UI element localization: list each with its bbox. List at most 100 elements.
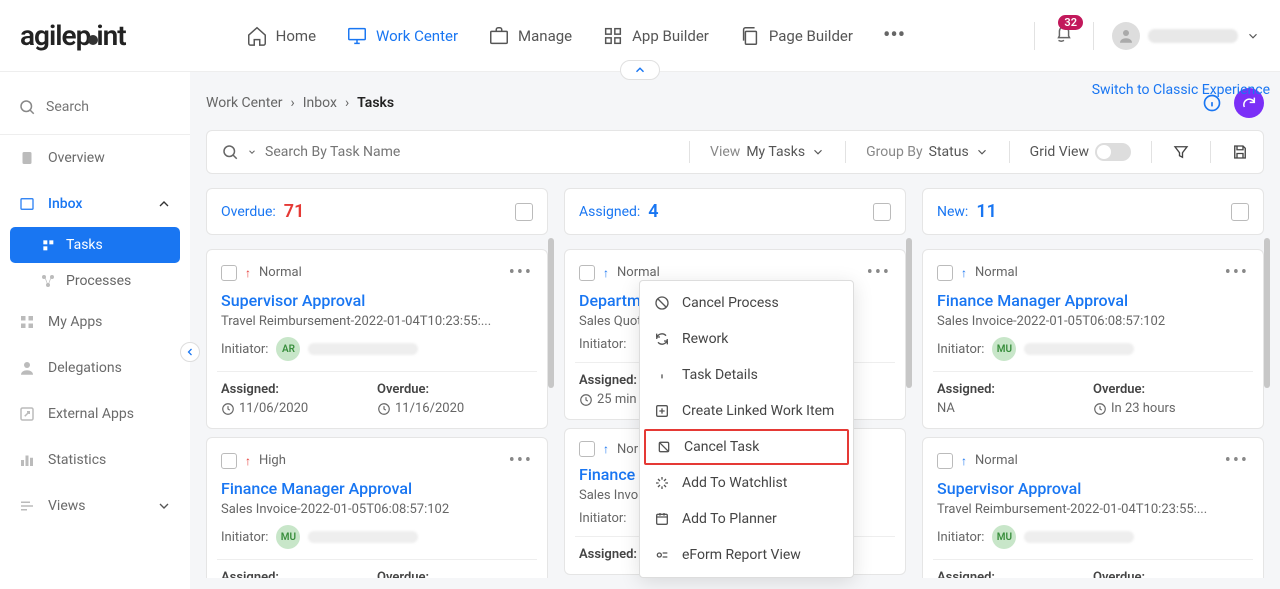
sidebar-label: Overview [48,150,105,166]
menu-rework[interactable]: Rework [640,321,853,357]
grid-view-toggle[interactable]: Grid View [1030,143,1131,161]
menu-cancel-task[interactable]: Cancel Task [644,429,849,465]
nav-manage[interactable]: Manage [488,23,572,48]
info-icon [654,367,670,383]
column-header[interactable]: Overdue: 71 [206,188,548,235]
switch-classic-link[interactable]: Switch to Classic Experience [1092,82,1270,98]
filter-icon[interactable] [1172,143,1190,161]
card-checkbox[interactable] [937,453,953,469]
overdue-label: Overdue: [1093,382,1249,397]
cancel-icon [654,295,670,311]
select-all-checkbox[interactable] [873,203,891,221]
brand-logo: agilepint [20,19,126,52]
nav-page-builder[interactable]: Page Builder [739,23,853,48]
card-checkbox[interactable] [937,265,953,281]
card-checkbox[interactable] [579,265,595,281]
task-card[interactable]: ↑ Normal ••• Supervisor Approval Travel … [206,249,548,429]
crumb[interactable]: Work Center [206,95,283,111]
sidebar-search[interactable] [0,92,190,135]
nav-app-builder-label: App Builder [632,27,709,45]
avatar-chip: MU [992,337,1016,361]
initiator-label: Initiator: [221,342,268,357]
sidebar-item-external[interactable]: External Apps [0,391,190,437]
card-checkbox[interactable] [221,265,237,281]
select-all-checkbox[interactable] [1231,203,1249,221]
sidebar-item-myapps[interactable]: My Apps [0,299,190,345]
menu-watchlist[interactable]: Add To Watchlist [640,465,853,501]
assigned-value: 11/06/2020 [239,401,308,416]
overdue-value: 11/16/2020 [395,401,464,416]
assigned-label: Assigned: [221,382,377,397]
menu-planner[interactable]: Add To Planner [640,501,853,537]
card-subtitle: Travel Reimbursement-2022-01-04T10:23:55… [937,502,1249,517]
card-more-button[interactable]: ••• [1225,262,1249,283]
sidebar-label: Delegations [48,360,122,376]
priority-label: Normal [617,265,660,280]
sidebar-label: Statistics [48,452,106,468]
search-icon [221,143,239,161]
card-checkbox[interactable] [579,441,595,457]
priority-label: Normal [975,265,1018,280]
sidebar-label: External Apps [48,406,134,422]
external-icon [18,405,36,423]
card-more-button[interactable]: ••• [509,262,533,283]
card-title[interactable]: Finance Manager Approval [937,291,1249,310]
card-title[interactable]: Finance Manager Approval [221,479,533,498]
nav-more[interactable]: ••• [883,23,905,48]
toolbar-search[interactable] [221,143,669,161]
task-card[interactable]: ↑ Normal ••• Finance Manager Approval Sa… [922,249,1264,429]
sidebar-sub-tasks[interactable]: Tasks [10,227,180,263]
menu-cancel-process[interactable]: Cancel Process [640,285,853,321]
sidebar-item-inbox[interactable]: Inbox [0,181,190,227]
assigned-label: Assigned: [937,570,1093,578]
divider [1093,22,1094,50]
groupby-select[interactable]: Group By Status [866,144,989,160]
priority-up-icon: ↑ [603,266,609,280]
card-checkbox[interactable] [221,453,237,469]
chevron-down-icon[interactable] [247,147,257,157]
column-header[interactable]: New: 11 [922,188,1264,235]
menu-label: Create Linked Work Item [682,403,834,419]
card-more-button[interactable]: ••• [1225,450,1249,471]
card-title[interactable]: Supervisor Approval [937,479,1249,498]
column-count: 71 [284,201,305,222]
scrollbar[interactable] [906,238,912,388]
save-icon[interactable] [1231,143,1249,161]
sidebar-sub-processes[interactable]: Processes [0,263,190,299]
sidebar-item-overview[interactable]: Overview [0,135,190,181]
avatar-chip: MU [992,525,1016,549]
view-select[interactable]: View My Tasks [710,144,825,160]
card-title[interactable]: Supervisor Approval [221,291,533,310]
nav-work-center[interactable]: Work Center [346,23,458,48]
menu-task-details[interactable]: Task Details [640,357,853,393]
sidebar-search-input[interactable] [46,99,172,115]
nav-home-label: Home [276,27,316,45]
card-more-button[interactable]: ••• [867,262,891,283]
select-all-checkbox[interactable] [515,203,533,221]
nav-home[interactable]: Home [246,23,316,48]
menu-linked-work-item[interactable]: Create Linked Work Item [640,393,853,429]
initiator-label: Initiator: [579,511,626,526]
sidebar-item-delegations[interactable]: Delegations [0,345,190,391]
collapse-sidebar-button[interactable] [180,342,200,362]
scrollbar[interactable] [548,238,554,388]
notifications-button[interactable]: 32 [1053,23,1075,49]
groupby-value: Status [929,144,969,160]
nav-app-builder[interactable]: App Builder [602,23,709,48]
menu-eform-report[interactable]: eForm Report View [640,537,853,573]
task-card[interactable]: ↑ Normal ••• Supervisor Approval Travel … [922,437,1264,578]
user-menu[interactable] [1112,22,1260,50]
toolbar-search-input[interactable] [265,144,465,160]
sidebar-item-statistics[interactable]: Statistics [0,437,190,483]
column-header[interactable]: Assigned: 4 [564,188,906,235]
initiator-label: Initiator: [221,530,268,545]
column-count: 4 [648,201,658,222]
collapse-topbar-button[interactable] [620,60,660,80]
menu-label: Cancel Task [684,439,759,455]
clock-icon [377,402,391,416]
card-more-button[interactable]: ••• [509,450,533,471]
sidebar-item-views[interactable]: Views [0,483,190,529]
task-card[interactable]: ↑ High ••• Finance Manager Approval Sale… [206,437,548,578]
scrollbar[interactable] [1264,238,1270,388]
crumb[interactable]: Inbox [303,95,337,111]
